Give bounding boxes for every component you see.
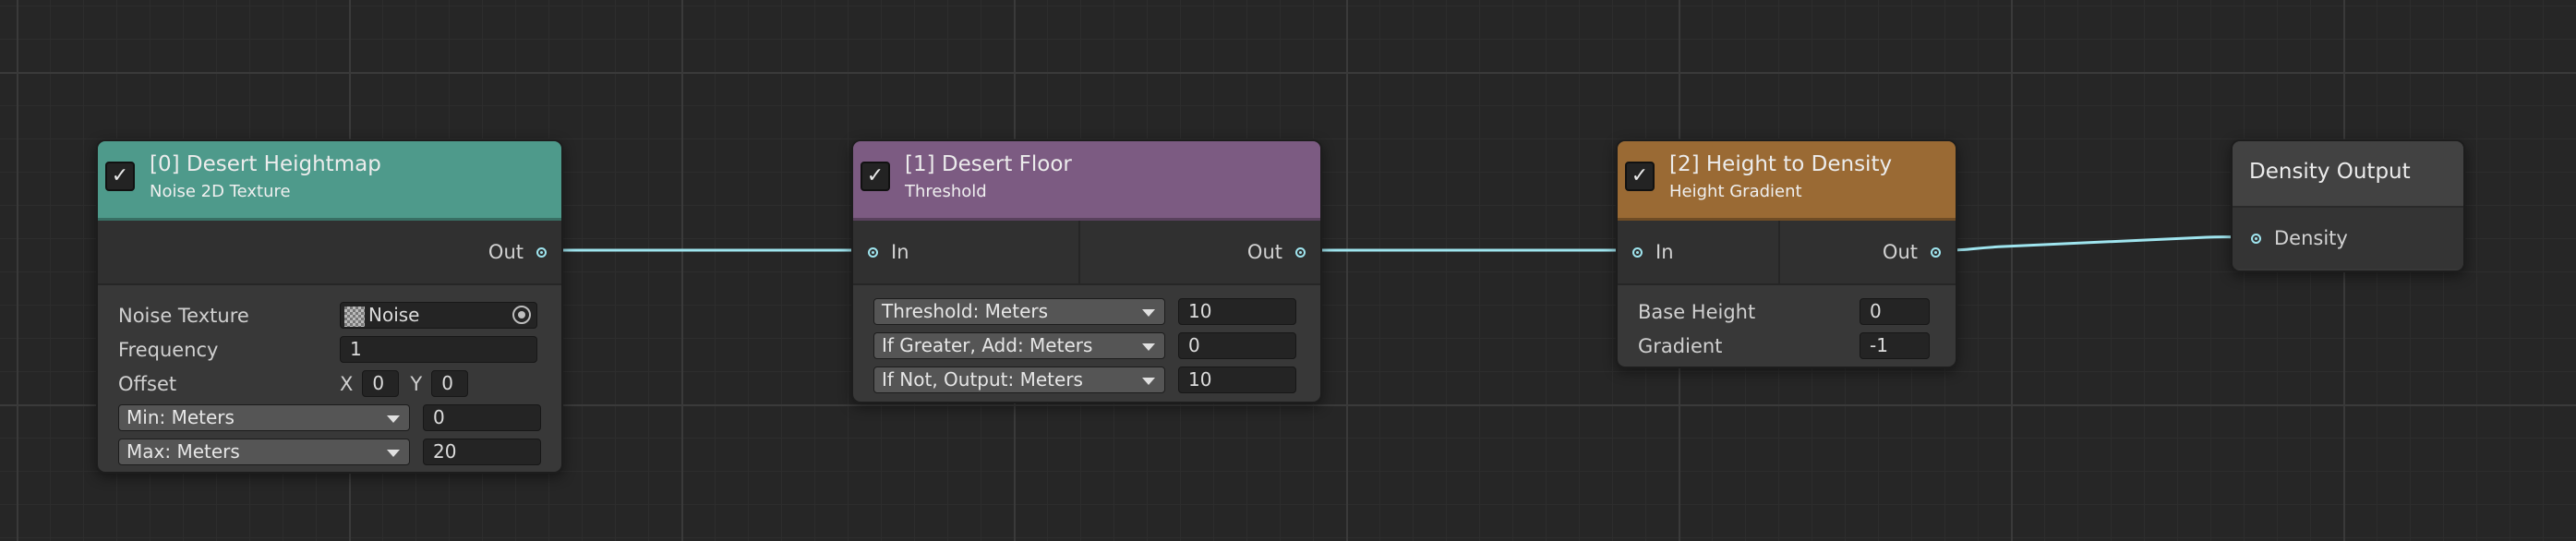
enable-checkbox[interactable]: ✓ xyxy=(1625,162,1655,191)
node-properties: Noise Texture Noise Frequency 1 Offset X… xyxy=(98,285,561,472)
threshold-input[interactable]: 10 xyxy=(1178,298,1296,325)
offset-y-input[interactable]: 0 xyxy=(431,370,469,397)
base-height-label: Base Height xyxy=(1638,300,1756,323)
node-header[interactable]: ✓ [2] Height to Density Height Gradient xyxy=(1618,141,1956,221)
in-port-dot-icon[interactable] xyxy=(1632,246,1643,258)
max-input[interactable]: 20 xyxy=(423,439,541,465)
in-port-label: In xyxy=(891,241,909,263)
in-port[interactable]: In xyxy=(1632,221,1674,283)
out-port[interactable]: Out xyxy=(1883,221,1941,283)
node-subtitle: Threshold xyxy=(905,182,987,201)
in-port-label: Density xyxy=(2274,227,2348,249)
node-header[interactable]: ✓ [0] Desert Heightmap Noise 2D Texture xyxy=(98,141,561,221)
node-properties: Base Height 0 Gradient -1 xyxy=(1618,285,1956,367)
out-port-dot-icon[interactable] xyxy=(1931,246,1941,258)
not-output-input[interactable]: 10 xyxy=(1178,367,1296,393)
offset-x-input[interactable]: 0 xyxy=(362,370,400,397)
out-port[interactable]: Out xyxy=(488,221,547,283)
frequency-input[interactable]: 1 xyxy=(340,336,537,363)
greater-add-input[interactable]: 0 xyxy=(1178,332,1296,359)
in-port-dot-icon[interactable] xyxy=(868,246,878,258)
node-title: [0] Desert Heightmap xyxy=(150,152,381,176)
gradient-label: Gradient xyxy=(1638,334,1723,357)
threshold-unit-dropdown[interactable]: Threshold: Meters xyxy=(873,298,1165,325)
node-header[interactable]: ✓ [1] Desert Floor Threshold xyxy=(853,141,1320,221)
node-desert-floor[interactable]: ✓ [1] Desert Floor Threshold In Out Thre… xyxy=(851,139,1322,403)
offset-y-label: Y xyxy=(410,372,423,395)
greater-add-unit-dropdown[interactable]: If Greater, Add: Meters xyxy=(873,332,1165,359)
out-port-label: Out xyxy=(488,241,524,263)
base-height-input[interactable]: 0 xyxy=(1860,298,1930,325)
enable-checkbox[interactable]: ✓ xyxy=(105,162,135,191)
min-unit-dropdown[interactable]: Min: Meters xyxy=(118,404,410,431)
node-properties: Threshold: Meters 10 If Greater, Add: Me… xyxy=(853,285,1320,402)
out-port[interactable]: Out xyxy=(1247,221,1306,283)
node-density-output[interactable]: Density Output Density xyxy=(2231,139,2465,272)
port-row: In Out xyxy=(1618,221,1956,285)
port-row: Out xyxy=(98,221,561,285)
noise-texture-value: Noise xyxy=(368,304,420,326)
offset-x-label: X xyxy=(340,372,354,395)
out-port-label: Out xyxy=(1246,241,1282,263)
node-title: Density Output xyxy=(2249,160,2411,184)
out-port-dot-icon[interactable] xyxy=(1295,246,1306,258)
port-divider xyxy=(1078,221,1080,283)
in-port[interactable]: In xyxy=(868,221,909,283)
noise-texture-label: Noise Texture xyxy=(118,304,249,327)
port-row: In Out xyxy=(853,221,1320,285)
density-in-port[interactable]: Density xyxy=(2251,208,2348,269)
min-input[interactable]: 0 xyxy=(423,404,541,431)
noise-texture-field[interactable]: Noise xyxy=(340,302,537,329)
in-port-dot-icon[interactable] xyxy=(2251,233,2261,244)
node-subtitle: Noise 2D Texture xyxy=(150,182,291,201)
max-unit-dropdown[interactable]: Max: Meters xyxy=(118,439,410,465)
object-picker-icon[interactable] xyxy=(512,306,531,324)
out-port-dot-icon[interactable] xyxy=(536,246,547,258)
node-title: [2] Height to Density xyxy=(1669,152,1893,176)
node-desert-heightmap[interactable]: ✓ [0] Desert Heightmap Noise 2D Texture … xyxy=(96,139,563,474)
node-header[interactable]: Density Output xyxy=(2233,141,2463,208)
texture-thumbnail-icon xyxy=(344,306,365,327)
node-title: [1] Desert Floor xyxy=(905,152,1072,176)
out-port-label: Out xyxy=(1882,241,1918,263)
in-port-label: In xyxy=(1655,241,1674,263)
node-height-to-density[interactable]: ✓ [2] Height to Density Height Gradient … xyxy=(1616,139,1957,368)
port-divider xyxy=(1778,221,1780,283)
edge-density-to-output[interactable] xyxy=(1938,235,2252,252)
offset-label: Offset xyxy=(118,372,177,395)
not-output-unit-dropdown[interactable]: If Not, Output: Meters xyxy=(873,367,1165,393)
frequency-label: Frequency xyxy=(118,338,219,361)
node-subtitle: Height Gradient xyxy=(1669,182,1802,201)
port-row: Density xyxy=(2233,208,2463,269)
enable-checkbox[interactable]: ✓ xyxy=(861,162,890,191)
gradient-input[interactable]: -1 xyxy=(1860,332,1930,359)
